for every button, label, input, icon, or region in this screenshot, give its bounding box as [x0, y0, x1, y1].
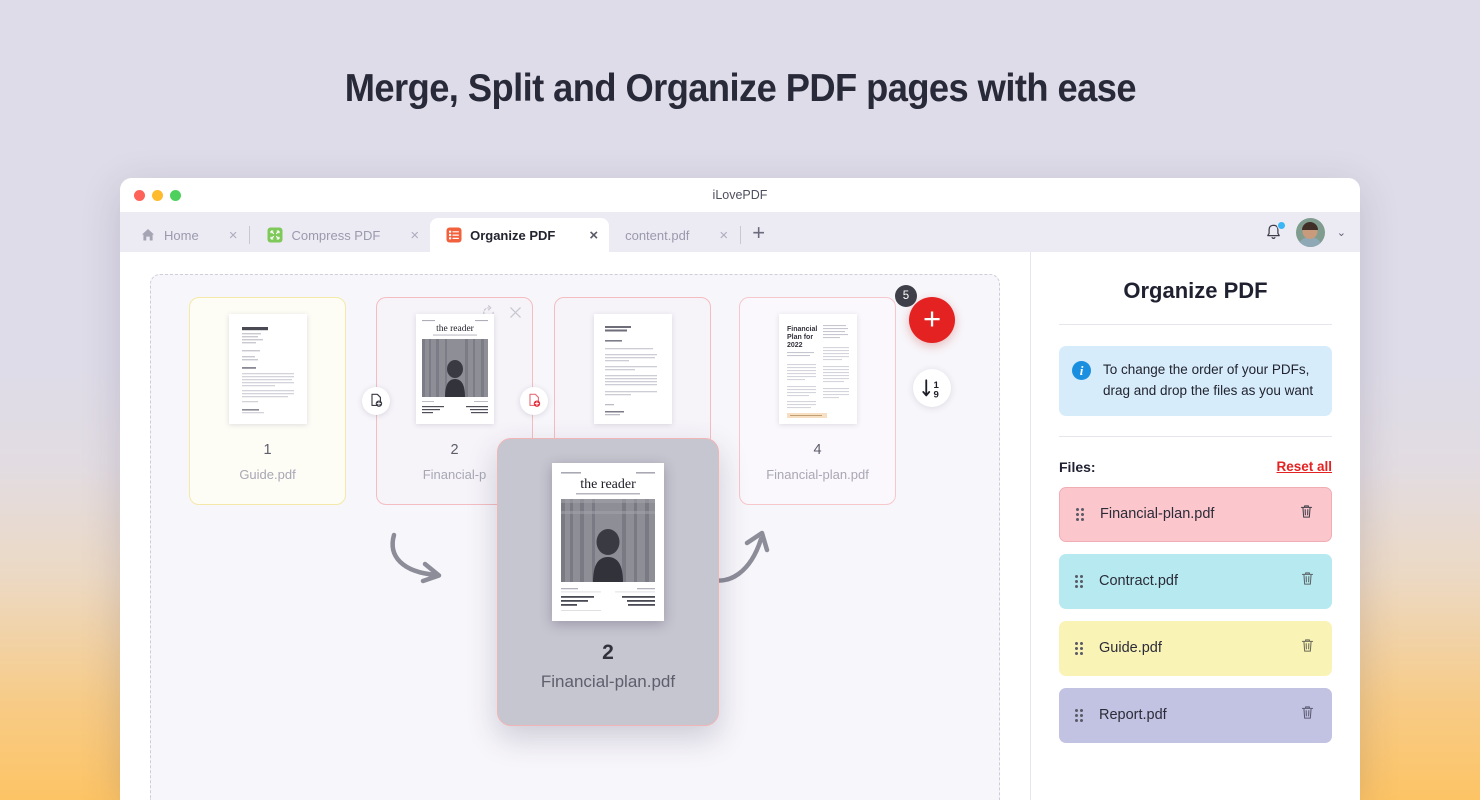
page-number: 1: [263, 442, 272, 458]
chevron-down-icon[interactable]: ⌄: [1337, 226, 1346, 239]
drag-handle-icon[interactable]: [1075, 641, 1085, 655]
files-label: Files:: [1059, 458, 1096, 475]
drag-handle-icon[interactable]: [1076, 507, 1086, 521]
tab-divider: [249, 226, 251, 244]
notifications-button[interactable]: [1263, 221, 1286, 243]
page-number: 4: [813, 442, 822, 458]
page-title: Merge, Split and Organize PDF pages with…: [344, 67, 1136, 110]
add-files-label: +: [922, 301, 942, 336]
info-icon: i: [1072, 361, 1091, 380]
tab-close-icon[interactable]: ×: [410, 228, 419, 243]
pages-canvas[interactable]: 1 Guide.pdf the reader 2 Financial-p Fin…: [150, 274, 1000, 800]
home-icon: [140, 227, 156, 243]
page-filename: Financial-p: [422, 467, 487, 482]
file-name: Report.pdf: [1099, 707, 1167, 724]
page-filename: Guide.pdf: [239, 467, 296, 482]
delete-file-icon[interactable]: [1299, 637, 1316, 659]
new-tab-button[interactable]: +: [742, 222, 775, 252]
tab-label: Organize PDF: [470, 227, 556, 243]
sidebar-title: Organize PDF: [1123, 278, 1268, 303]
browser-window: iLovePDF Home × Compress PDF × Organize …: [120, 178, 1360, 800]
delete-file-icon[interactable]: [1298, 503, 1315, 525]
files-header: Files: Reset all: [1059, 459, 1332, 475]
delete-file-icon[interactable]: [1299, 570, 1316, 592]
app-body: 1 Guide.pdf the reader 2 Financial-p Fin…: [120, 252, 1360, 800]
tab-close-icon[interactable]: ×: [589, 228, 598, 243]
delete-file-icon[interactable]: [1299, 704, 1316, 726]
sort-pages-button[interactable]: 1 9: [913, 369, 951, 407]
tab-divider: [740, 226, 742, 244]
file-name: Financial-plan.pdf: [1100, 506, 1215, 523]
tabbar-actions: ⌄: [1263, 218, 1360, 252]
tab-content-pdf[interactable]: content.pdf ×: [609, 218, 739, 252]
insert-page-right-button[interactable]: [520, 387, 548, 415]
notification-badge: [1276, 221, 1286, 230]
svg-text:the reader: the reader: [436, 324, 475, 334]
page-filename: Financial-plan.pdf: [766, 467, 869, 482]
compress-pdf-icon: [267, 227, 283, 243]
file-list-item[interactable]: Contract.pdf: [1059, 553, 1332, 609]
window-titlebar: iLovePDF: [120, 178, 1360, 212]
page-number: 2: [450, 442, 459, 458]
file-name: Contract.pdf: [1099, 573, 1178, 590]
page-filename: Financial-plan.pdf: [540, 672, 676, 691]
svg-text:2022: 2022: [787, 342, 803, 349]
add-files-button[interactable]: + 5: [895, 285, 955, 343]
file-list-item[interactable]: Report.pdf: [1059, 687, 1332, 743]
avatar[interactable]: [1295, 218, 1325, 247]
organize-pdf-icon: [446, 227, 462, 243]
tab-close-icon[interactable]: ×: [719, 228, 728, 243]
page-card-1[interactable]: 1 Guide.pdf: [189, 297, 346, 505]
add-page-icon: [529, 393, 541, 407]
tab-label: content.pdf: [625, 227, 690, 243]
add-page-icon: [371, 393, 383, 407]
tab-close-icon[interactable]: ×: [229, 228, 238, 243]
file-list-item[interactable]: Guide.pdf: [1059, 620, 1332, 676]
page-thumbnail: the reader: [552, 463, 664, 621]
svg-text:Financial: Financial: [787, 326, 817, 333]
tool-sidebar: Organize PDF i To change the order of yo…: [1030, 252, 1360, 800]
insert-page-left-button[interactable]: [362, 387, 390, 415]
tab-organize-pdf[interactable]: Organize PDF ×: [430, 218, 610, 252]
file-name: Guide.pdf: [1099, 640, 1162, 657]
divider: [1059, 435, 1332, 437]
svg-text:the reader: the reader: [580, 477, 636, 492]
divider: [1059, 324, 1332, 325]
drag-handle-icon[interactable]: [1075, 708, 1085, 722]
file-list-item[interactable]: Financial-plan.pdf: [1059, 486, 1332, 542]
hero-banner: Merge, Split and Organize PDF pages with…: [0, 0, 1480, 178]
tab-label: Home: [164, 227, 199, 243]
page-thumbnail: [593, 314, 672, 424]
svg-text:Plan for: Plan for: [787, 334, 813, 341]
reset-all-button[interactable]: Reset all: [1276, 459, 1332, 474]
tab-home[interactable]: Home ×: [124, 218, 248, 252]
page-thumbnail: [228, 314, 307, 424]
svg-text:9: 9: [933, 389, 938, 400]
dragged-page-card[interactable]: the reader 2 Financial-plan.pdf: [497, 438, 719, 726]
page-card-4[interactable]: Financial Plan for 2022 4 Financial-plan…: [739, 297, 896, 505]
window-title: iLovePDF: [712, 188, 768, 202]
page-thumbnail: Financial Plan for 2022: [778, 314, 857, 424]
page-number: 2: [602, 641, 614, 664]
drag-hint-arrow-left: [386, 530, 456, 595]
page-thumbnail: the reader: [415, 314, 494, 424]
tab-label: Compress PDF: [291, 227, 381, 243]
info-text: To change the order of your PDFs, drag a…: [1103, 362, 1314, 398]
tab-bar: Home × Compress PDF × Organize PDF × con…: [120, 212, 1360, 252]
organize-canvas-area: 1 Guide.pdf the reader 2 Financial-p Fin…: [120, 252, 1030, 800]
file-count-badge: 5: [895, 285, 917, 307]
tab-compress-pdf[interactable]: Compress PDF ×: [251, 218, 430, 252]
close-icon[interactable]: [508, 305, 523, 320]
drag-handle-icon[interactable]: [1075, 574, 1085, 588]
info-banner: i To change the order of your PDFs, drag…: [1059, 346, 1332, 416]
sort-ascending-icon: 1 9: [921, 378, 939, 400]
